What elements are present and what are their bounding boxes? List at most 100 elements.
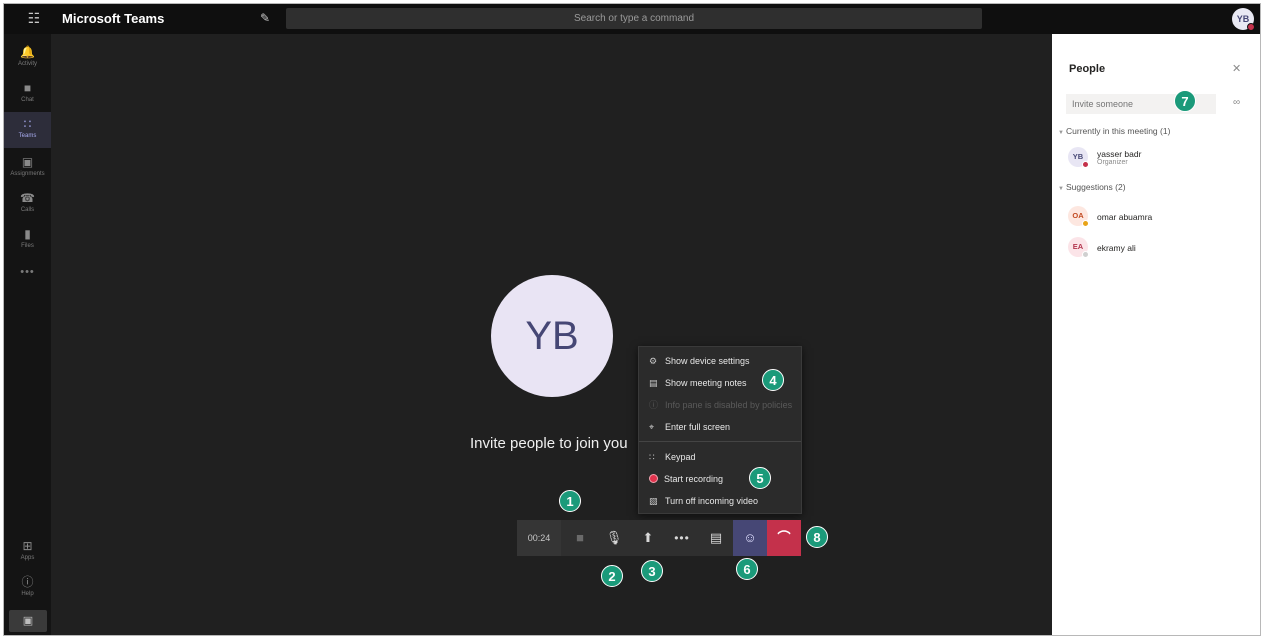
panel-title: People [1069, 63, 1106, 75]
title-bar: ☷ Microsoft Teams ✎ Search or type a com… [4, 4, 1260, 34]
mic-toggle-button[interactable]: 🎙 [597, 520, 631, 556]
menu-item-label: Turn off incoming video [665, 496, 759, 506]
video-off-icon: ▧ [649, 496, 658, 506]
section-label: Currently in this meeting (1) [1066, 126, 1171, 136]
camera-off-icon: ■ [576, 530, 584, 545]
callout-badge-6: 6 [736, 558, 758, 580]
suggestion-row[interactable]: EA ekramy ali [1068, 237, 1248, 261]
ellipsis-icon: ••• [674, 531, 690, 545]
app-launcher-icon[interactable]: ☷ [26, 10, 42, 26]
new-chat-icon[interactable]: ✎ [260, 11, 274, 25]
menu-divider [639, 441, 801, 442]
participant-avatar: YB [491, 275, 613, 397]
callout-badge-8: 8 [806, 526, 828, 548]
menu-item-incoming-video[interactable]: ▧ Turn off incoming video [639, 491, 801, 511]
rail-item-label: Help [21, 591, 34, 597]
teams-icon: ∷ [23, 117, 32, 131]
apps-icon: ⊞ [22, 539, 33, 553]
chat-icon: ■ [23, 81, 32, 95]
show-participants-button[interactable]: ☺ [733, 520, 767, 556]
download-mobile-icon[interactable]: ▣ [9, 610, 47, 632]
rail-item-chat[interactable]: ■ Chat [4, 76, 51, 112]
help-icon: ⓘ [21, 575, 34, 589]
rail-item-calls[interactable]: ☎ Calls [4, 186, 51, 222]
menu-item-label: Show device settings [665, 356, 750, 366]
rail-item-apps[interactable]: ⊞ Apps [4, 534, 51, 570]
more-actions-button[interactable]: ••• [665, 520, 699, 556]
suggestion-row[interactable]: OA omar abuamra [1068, 206, 1248, 230]
rail-item-activity[interactable]: 🔔 Activity [4, 40, 51, 76]
search-input[interactable]: Search or type a command [286, 8, 982, 29]
people-icon: ☺ [743, 530, 757, 545]
participant-name: yasser badr [1097, 149, 1142, 159]
menu-item-label: Keypad [665, 452, 696, 462]
share-screen-icon: ⬆ [642, 530, 654, 545]
rail-item-files[interactable]: ▮ Files [4, 222, 51, 258]
teams-window: ☷ Microsoft Teams ✎ Search or type a com… [3, 3, 1261, 636]
menu-item-label: Enter full screen [665, 422, 731, 432]
suggestion-name: ekramy ali [1097, 243, 1136, 253]
status-away-icon [1082, 220, 1089, 227]
callout-badge-2: 2 [601, 565, 623, 587]
menu-item-label: Show meeting notes [665, 378, 747, 388]
rail-item-assignments[interactable]: ▣ Assignments [4, 150, 51, 186]
participant-row[interactable]: YB yasser badr Organizer [1068, 147, 1248, 171]
camera-toggle-button[interactable]: ■ [563, 520, 597, 556]
close-icon[interactable]: ✕ [1232, 62, 1241, 75]
share-button[interactable]: ⬆ [631, 520, 665, 556]
rail-item-help[interactable]: ⓘ Help [4, 570, 51, 606]
hang-up-icon: ⌒ [777, 530, 791, 545]
fullscreen-icon: ⌖ [649, 422, 655, 432]
copy-link-icon[interactable]: ∞ [1233, 97, 1240, 108]
app-rail: 🔔 Activity ■ Chat ∷ Teams ▣ Assignments … [4, 34, 51, 635]
rail-item-label: Teams [18, 133, 37, 139]
rail-item-teams[interactable]: ∷ Teams [4, 112, 51, 148]
status-busy-icon [1082, 161, 1089, 168]
menu-item-label: Start recording [664, 474, 724, 484]
call-timer: 00:24 [517, 520, 561, 556]
menu-item-keypad[interactable]: ∷ Keypad [639, 447, 801, 467]
section-suggestions[interactable]: ▼ Suggestions (2) [1058, 182, 1126, 192]
callout-badge-3: 3 [641, 560, 663, 582]
menu-item-info-pane: ⓘ Info pane is disabled by policies [639, 395, 801, 415]
menu-item-label: Info pane is disabled by policies [665, 400, 793, 410]
app-title: Microsoft Teams [62, 11, 165, 26]
menu-item-full-screen[interactable]: ⌖ Enter full screen [639, 417, 801, 437]
call-controls: 00:24 ■ 🎙 ⬆ ••• ▤ ☺ ⌒ [517, 520, 801, 556]
suggestion-name: omar abuamra [1097, 212, 1153, 222]
menu-item-device-settings[interactable]: ⚙ Show device settings [639, 351, 801, 371]
callout-badge-5: 5 [749, 467, 771, 489]
status-offline-icon [1082, 251, 1089, 258]
user-avatar[interactable]: YB [1232, 8, 1255, 31]
hang-up-button[interactable]: ⌒ [767, 520, 801, 556]
section-current-participants[interactable]: ▼ Currently in this meeting (1) [1058, 126, 1170, 136]
bell-icon: 🔔 [20, 45, 35, 59]
rail-item-label: Calls [20, 207, 35, 213]
keypad-icon: ∷ [649, 452, 655, 462]
more-apps-icon[interactable]: ••• [4, 266, 51, 278]
gear-icon: ⚙ [649, 356, 658, 366]
rail-item-label: Assignments [10, 171, 45, 177]
chevron-down-icon: ▼ [1058, 186, 1064, 192]
chevron-down-icon: ▼ [1058, 130, 1064, 136]
rail-item-label: Activity [17, 61, 37, 67]
phone-icon: ☎ [20, 191, 35, 205]
menu-item-start-recording[interactable]: Start recording [639, 469, 801, 489]
user-avatar-initials: YB [1236, 14, 1250, 24]
microphone-icon: 🎙 [605, 530, 623, 545]
people-panel: People ✕ 7 ∞ ▼Currently in this meeting … [1052, 34, 1260, 635]
meeting-stage: YB Invite people to join you ⚙ Show devic… [51, 34, 1052, 635]
rail-item-label: Files [21, 243, 34, 249]
participant-role: Organizer [1097, 159, 1128, 166]
record-icon [649, 474, 658, 483]
callout-badge-4: 4 [762, 369, 784, 391]
invite-message: Invite people to join you [470, 435, 628, 452]
info-icon: ⓘ [649, 400, 659, 410]
callout-badge-7: 7 [1174, 90, 1196, 112]
file-icon: ▮ [24, 227, 31, 241]
rail-item-label: Apps [20, 555, 35, 561]
callout-badge-1: 1 [559, 490, 581, 512]
notes-icon: ▤ [649, 378, 658, 388]
assignments-icon: ▣ [21, 155, 34, 169]
show-conversation-button[interactable]: ▤ [699, 520, 733, 556]
